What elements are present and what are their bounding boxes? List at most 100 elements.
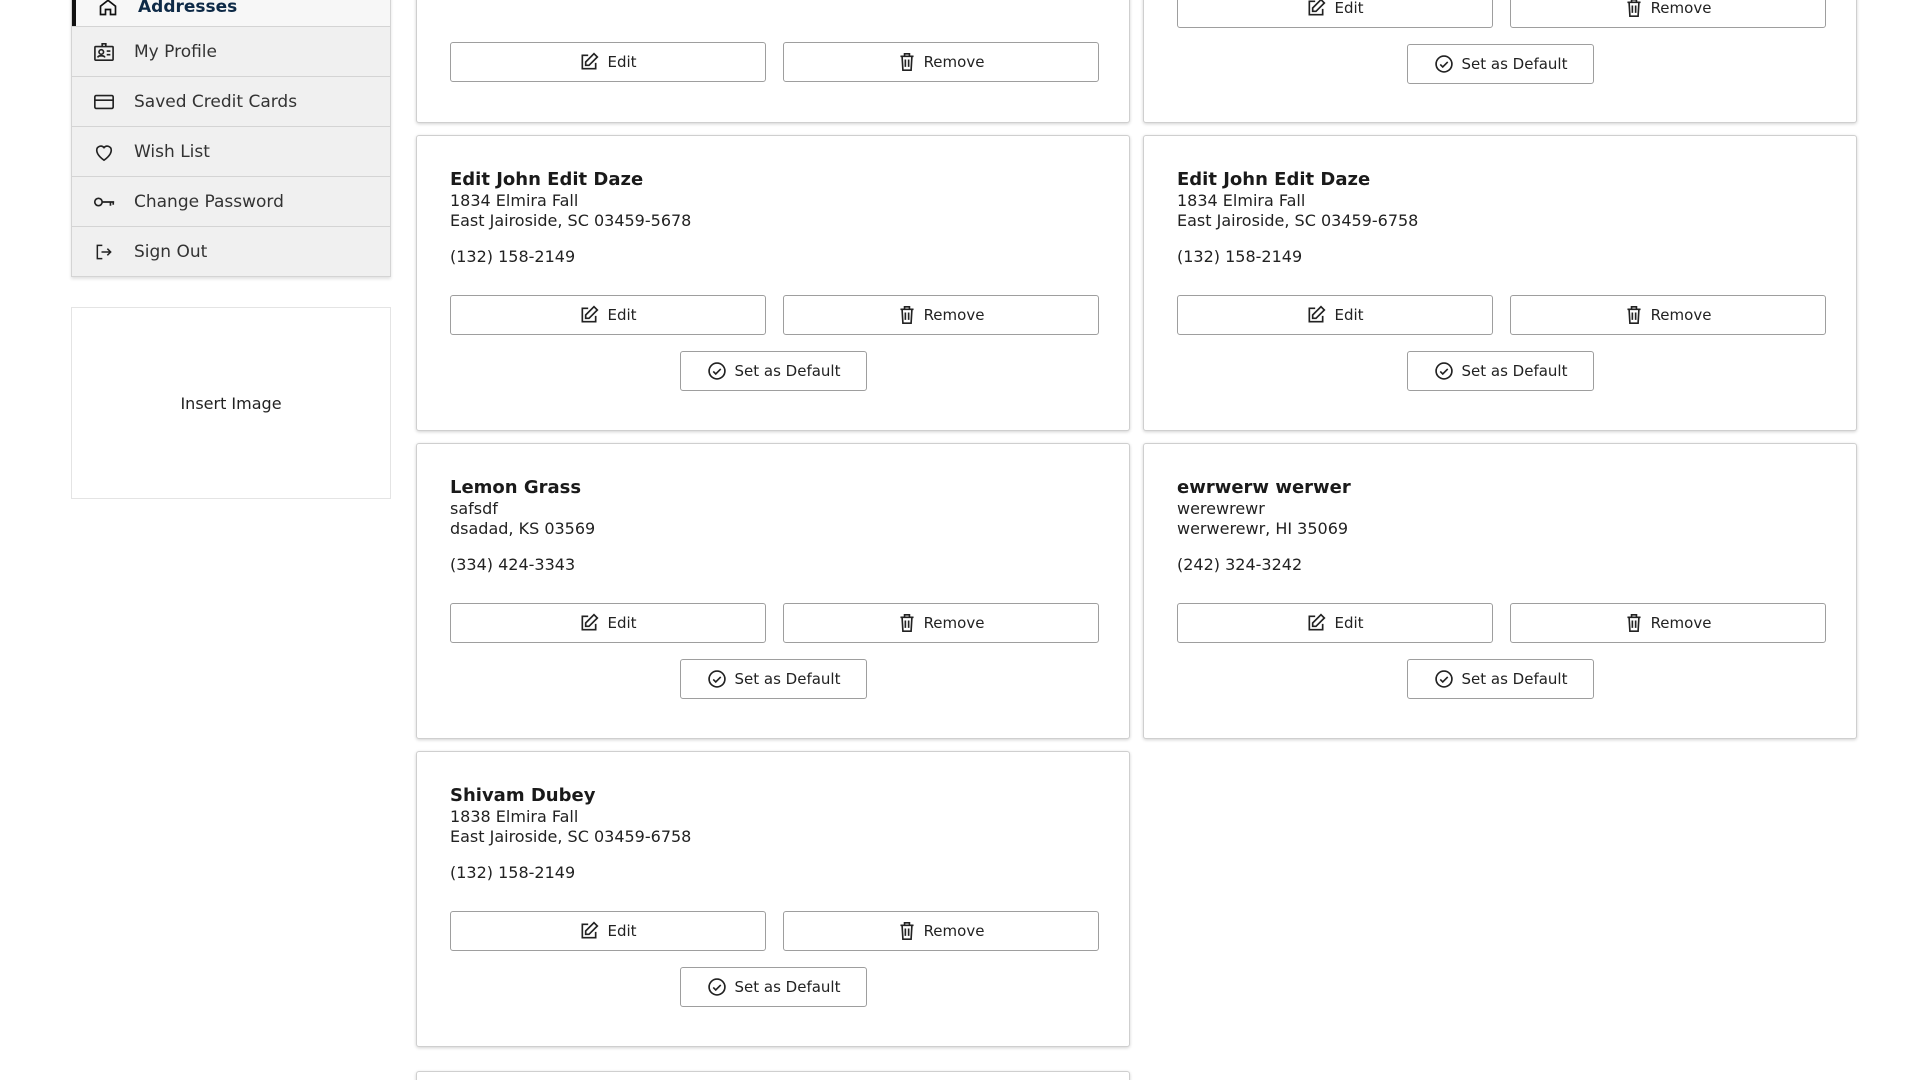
remove-button[interactable]: Remove — [783, 42, 1099, 82]
edit-button[interactable]: Edit — [1177, 295, 1493, 335]
address-name: ewrwerw werwer — [1177, 477, 1351, 498]
trash-icon — [1625, 0, 1651, 18]
remove-label: Remove — [923, 53, 985, 71]
address-phone: (132) 158-2149 — [1177, 247, 1303, 266]
set-default-label: Set as Default — [734, 978, 841, 996]
sign-out-icon — [92, 240, 116, 264]
set-default-label: Set as Default — [1461, 362, 1568, 380]
sidebar-item-label: Addresses — [138, 0, 238, 17]
trash-icon — [898, 921, 924, 941]
remove-button[interactable]: Remove — [783, 603, 1099, 643]
edit-icon — [579, 305, 607, 325]
sidebar-item-sign-out[interactable]: Sign Out — [72, 226, 390, 276]
check-circle-icon — [707, 669, 735, 689]
address-name: Edit John Edit Daze — [1177, 169, 1371, 190]
account-nav: Addresses My Profile Saved Credit Cards … — [71, 0, 391, 277]
heart-icon — [92, 140, 116, 164]
check-circle-icon — [1434, 669, 1462, 689]
insert-image-placeholder[interactable]: Insert Image — [71, 307, 391, 499]
address-name: Lemon Grass — [450, 477, 582, 498]
sidebar-item-wish-list[interactable]: Wish List — [72, 126, 390, 176]
check-circle-icon — [1434, 54, 1462, 74]
remove-label: Remove — [1650, 306, 1712, 324]
remove-label: Remove — [923, 306, 985, 324]
edit-label: Edit — [607, 614, 637, 632]
address-card — [416, 1071, 1130, 1080]
edit-button[interactable]: Edit — [450, 295, 766, 335]
edit-button[interactable]: Edit — [450, 911, 766, 951]
sidebar-item-addresses[interactable]: Addresses — [72, 0, 390, 26]
set-default-label: Set as Default — [734, 362, 841, 380]
remove-button[interactable]: Remove — [1510, 603, 1826, 643]
edit-button[interactable]: Edit — [450, 603, 766, 643]
edit-label: Edit — [1334, 614, 1364, 632]
address-line-1: 1834 Elmira Fall — [1177, 191, 1306, 210]
trash-icon — [1625, 613, 1651, 633]
key-icon — [92, 190, 116, 214]
address-phone: (132) 158-2149 — [450, 247, 576, 266]
set-default-label: Set as Default — [734, 670, 841, 688]
trash-icon — [898, 52, 924, 72]
trash-icon — [898, 613, 924, 633]
address-name: Shivam Dubey — [450, 785, 596, 806]
sidebar-item-label: My Profile — [134, 41, 217, 62]
address-line-2: East Jairoside, SC 03459-6758 — [450, 827, 692, 846]
set-default-label: Set as Default — [1461, 670, 1568, 688]
edit-label: Edit — [1334, 0, 1364, 17]
address-details: ewrwerw werwer werewrewr werwerewr, HI 350… — [1177, 477, 1823, 575]
address-line-1: 1838 Elmira Fall — [450, 807, 579, 826]
sidebar-item-saved-credit-cards[interactable]: Saved Credit Cards — [72, 76, 390, 126]
check-circle-icon — [707, 361, 735, 381]
address-line-1: 1834 Elmira Fall — [450, 191, 579, 210]
address-phone: (132) 158-2149 — [450, 863, 576, 882]
edit-icon — [579, 613, 607, 633]
address-card: ewrwerw werwer werewrewr werwerewr, HI 350… — [1143, 443, 1857, 739]
address-details: Lemon Grass safsdf dsadad, KS 03569 (334) 4… — [450, 477, 1096, 575]
profile-icon — [92, 40, 116, 64]
address-line-1: safsdf — [450, 499, 498, 518]
edit-button[interactable]: Edit — [1177, 0, 1493, 28]
edit-label: Edit — [607, 306, 637, 324]
address-card: (132) 158-2149EditRemove — [416, 0, 1130, 123]
set-default-button[interactable]: Set as Default — [1407, 659, 1594, 699]
set-default-button[interactable]: Set as Default — [1407, 351, 1594, 391]
edit-icon — [579, 921, 607, 941]
remove-label: Remove — [1650, 614, 1712, 632]
address-name: Edit John Edit Daze — [450, 169, 644, 190]
address-card: Edit John Edit Daze 1834 Elmira Fall East … — [1143, 135, 1857, 431]
account-sidebar: Addresses My Profile Saved Credit Cards … — [71, 0, 391, 499]
address-details: Edit John Edit Daze 1834 Elmira Fall East … — [450, 169, 1096, 267]
edit-label: Edit — [607, 922, 637, 940]
remove-button[interactable]: Remove — [783, 911, 1099, 951]
remove-button[interactable]: Remove — [1510, 295, 1826, 335]
sidebar-item-label: Sign Out — [134, 241, 208, 262]
sidebar-item-label: Saved Credit Cards — [134, 91, 298, 112]
edit-label: Edit — [1334, 306, 1364, 324]
address-line-2: East Jairoside, SC 03459-6758 — [1177, 211, 1419, 230]
sidebar-item-change-password[interactable]: Change Password — [72, 176, 390, 226]
edit-icon — [1306, 305, 1334, 325]
remove-button[interactable]: Remove — [1510, 0, 1826, 28]
sidebar-item-my-profile[interactable]: My Profile — [72, 26, 390, 76]
address-details: Shivam Dubey 1838 Elmira Fall East Jairosi… — [450, 785, 1096, 883]
home-icon — [96, 0, 120, 19]
remove-button[interactable]: Remove — [783, 295, 1099, 335]
set-default-button[interactable]: Set as Default — [680, 967, 867, 1007]
edit-button[interactable]: Edit — [450, 42, 766, 82]
address-line-2: werwerewr, HI 35069 — [1177, 519, 1349, 538]
edit-button[interactable]: Edit — [1177, 603, 1493, 643]
set-default-button[interactable]: Set as Default — [1407, 44, 1594, 84]
sidebar-item-label: Wish List — [134, 141, 210, 162]
trash-icon — [1625, 305, 1651, 325]
address-line-2: dsadad, KS 03569 — [450, 519, 596, 538]
address-card: Shivam Dubey 1838 Elmira Fall East Jairosi… — [416, 751, 1130, 1047]
check-circle-icon — [707, 977, 735, 997]
remove-label: Remove — [923, 614, 985, 632]
address-line-2: East Jairoside, SC 03459-5678 — [450, 211, 692, 230]
set-default-button[interactable]: Set as Default — [680, 659, 867, 699]
address-details: Edit John Edit Daze 1834 Elmira Fall East … — [1177, 169, 1823, 267]
insert-image-label: Insert Image — [180, 393, 282, 413]
set-default-button[interactable]: Set as Default — [680, 351, 867, 391]
edit-icon — [1306, 613, 1334, 633]
sidebar-item-label: Change Password — [134, 191, 284, 212]
